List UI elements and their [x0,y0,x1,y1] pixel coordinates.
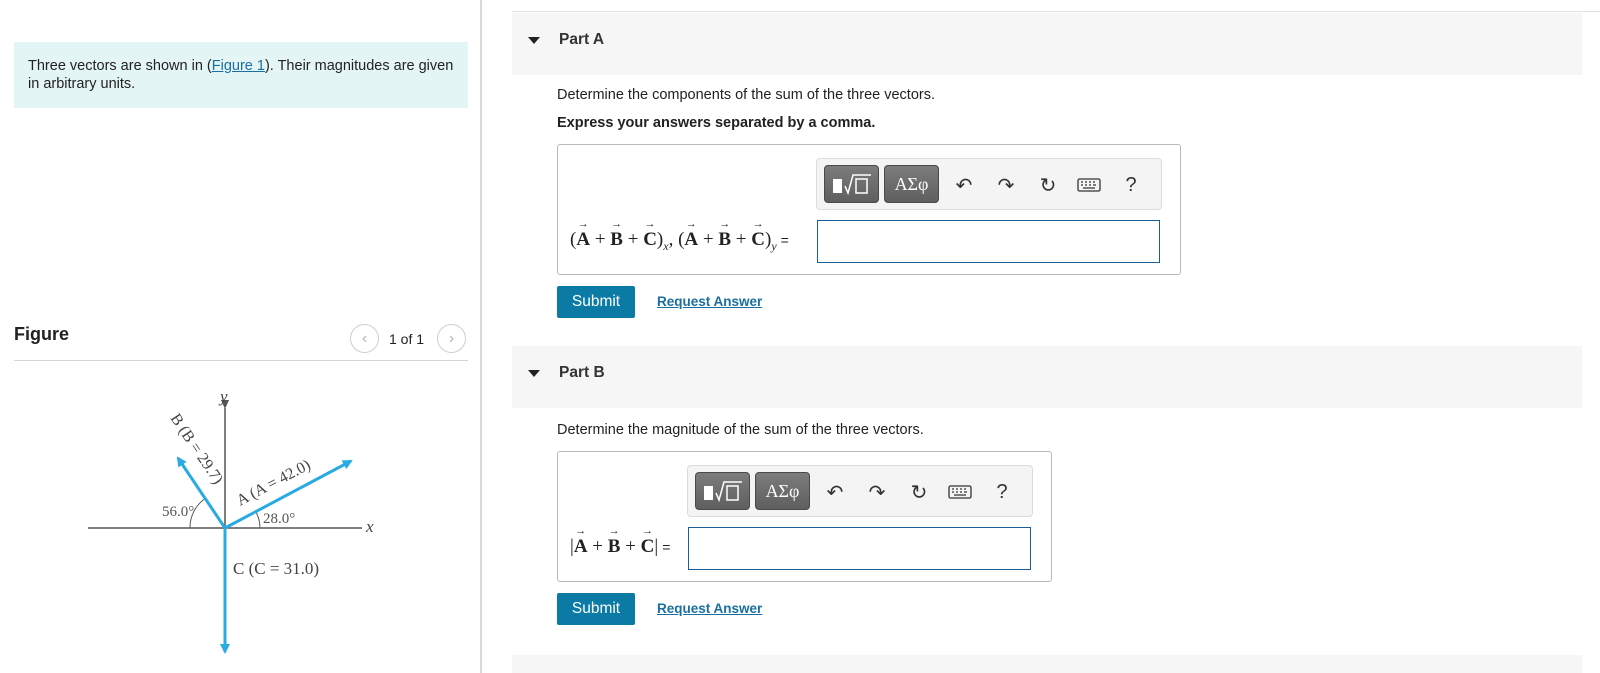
help-icon: ? [1125,173,1137,196]
part-b-header[interactable]: Part B [512,346,1582,408]
top-divider [512,11,1600,12]
keyboard-button[interactable] [946,478,974,506]
keyboard-icon [948,485,972,499]
x-axis-label: x [365,517,374,536]
undo-button[interactable]: ↶ [950,171,978,199]
collapse-caret-icon[interactable] [528,370,540,377]
collapse-caret-icon[interactable] [528,37,540,44]
problem-pane: Three vectors are shown in (Figure 1). T… [0,0,480,673]
part-b-title: Part B [559,364,605,381]
templates-icon [703,481,742,503]
help-button[interactable]: ? [1117,171,1145,199]
redo-button[interactable]: ↷ [863,478,891,506]
part-a-sub-instruction: Express your answers separated by a comm… [557,115,876,131]
angle-b-label: 56.0° [162,504,194,520]
part-a-sub-y: y [771,238,777,253]
part-b-equals: = [662,539,671,555]
redo-button[interactable]: ↷ [992,171,1020,199]
part-b-request-answer-link[interactable]: Request Answer [657,601,762,616]
reset-icon: ↻ [1039,174,1057,197]
part-b-submit-button[interactable]: Submit [557,593,635,625]
undo-icon: ↶ [826,481,844,504]
redo-icon: ↷ [997,174,1015,197]
templates-button[interactable] [824,165,879,203]
templates-button[interactable] [695,472,750,510]
part-b-answer-box: ΑΣφ ↶ ↷ ↻ ? |A + B + C|= [557,451,1052,582]
part-b-answer-input[interactable] [688,527,1031,570]
undo-button[interactable]: ↶ [821,478,849,506]
templates-icon [832,174,871,196]
figure-divider [14,360,468,361]
part-a-instruction: Determine the components of the sum of t… [557,87,935,103]
part-a-math-label: (A + B + C)x, (A + B + C)y= [570,229,789,254]
greek-symbols-icon: ΑΣφ [894,173,929,194]
chevron-right-icon: › [448,329,455,347]
part-a-answer-box: ΑΣφ ↶ ↷ ↻ ? (A + B + C)x, (A + B + C)y= [557,144,1181,275]
part-a-sub-x: x [663,238,669,253]
part-a-answer-input[interactable] [817,220,1160,263]
pane-divider [480,0,482,673]
math-toolbar: ΑΣφ ↶ ↷ ↻ ? [687,465,1033,517]
math-toolbar: ΑΣφ ↶ ↷ ↻ ? [816,158,1162,210]
greek-symbols-button[interactable]: ΑΣφ [755,472,810,510]
help-icon: ? [996,480,1008,503]
intro-text-before: Three vectors are shown in ( [28,58,212,74]
part-a-title: Part A [559,31,605,48]
undo-icon: ↶ [955,174,973,197]
part-a-submit-button[interactable]: Submit [557,286,635,318]
vector-b-label: B (B = 29.7) [167,411,226,488]
next-figure-button[interactable]: › [437,324,466,353]
part-a-equals: = [780,232,789,248]
next-part-header [512,655,1582,673]
part-a-header[interactable]: Part A [512,13,1582,75]
greek-symbols-button[interactable]: ΑΣφ [884,165,939,203]
part-b-instruction: Determine the magnitude of the sum of th… [557,422,924,438]
problem-intro: Three vectors are shown in (Figure 1). T… [14,42,468,108]
y-axis-label: y [218,388,228,406]
reset-button[interactable]: ↻ [1034,171,1062,199]
figure-pager-label: 1 of 1 [389,331,425,347]
vector-c-label: C (C = 31.0) [233,559,319,578]
figure-heading: Figure [14,324,70,344]
angle-arc-a [255,511,261,529]
help-button[interactable]: ? [988,478,1016,506]
vector-figure: x y 28.0° 56.0° A (A = 42.0) B (B = 29.7… [88,388,374,654]
redo-icon: ↷ [868,481,886,504]
keyboard-icon [1077,178,1101,192]
keyboard-button[interactable] [1075,171,1103,199]
prev-figure-button[interactable]: ‹ [350,324,379,353]
part-a-request-answer-link[interactable]: Request Answer [657,294,762,309]
reset-button[interactable]: ↻ [905,478,933,506]
angle-a-label: 28.0° [263,511,295,527]
part-b-math-label: |A + B + C|= [570,536,670,558]
figure-link[interactable]: Figure 1 [212,58,265,74]
chevron-left-icon: ‹ [361,329,368,347]
reset-icon: ↻ [910,481,928,504]
greek-symbols-icon: ΑΣφ [765,480,800,501]
